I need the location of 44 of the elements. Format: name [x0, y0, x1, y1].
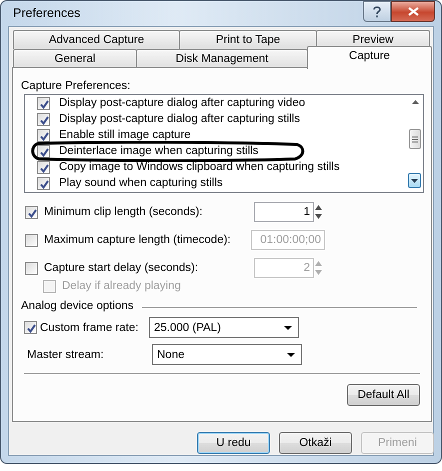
close-icon [408, 7, 418, 16]
option-label: Maximum capture length (timecode): [44, 234, 232, 246]
checkbox[interactable] [37, 176, 50, 190]
checkbox[interactable] [37, 160, 50, 174]
option-label: Display post-capture dialog after capturing video [59, 97, 306, 109]
group-label: Capture Preferences: [21, 80, 130, 92]
checkbox[interactable] [25, 206, 38, 218]
tab[interactable]: Advanced Capture [13, 30, 180, 49]
option-label: Copy image to Windows clipboard when capturing stills [59, 161, 340, 173]
window-title: Preferences [13, 6, 82, 20]
option-label: Play sound when capturing stills [59, 177, 223, 189]
checkbox[interactable] [37, 144, 50, 158]
option-label: Display post-capture dialog after capturing stills [59, 113, 300, 125]
close-button[interactable] [391, 1, 435, 22]
dropdown[interactable]: 25.000 (PAL) [149, 317, 299, 338]
dialog-button[interactable]: Otkaži [279, 432, 352, 454]
default-all-button[interactable]: Default All [347, 384, 420, 406]
option-label: Capture start delay (seconds): [44, 262, 200, 274]
tab[interactable]: Capture [307, 46, 432, 69]
caret-icon [411, 178, 418, 182]
checkbox[interactable] [37, 96, 50, 110]
option-label: Enable still image capture [59, 129, 191, 141]
help-icon [373, 6, 381, 18]
checkbox[interactable] [37, 128, 50, 142]
option-label: Delay if already playing [62, 280, 182, 292]
section-heading: Analog device options [21, 300, 134, 312]
dialog-button[interactable]: U redu [197, 432, 270, 454]
help-button[interactable] [363, 1, 391, 22]
option-label: Minimum clip length (seconds): [44, 206, 204, 218]
tab[interactable]: Print to Tape [179, 30, 317, 49]
dropdown[interactable]: None [152, 344, 302, 365]
number-field[interactable]: 1 [254, 202, 314, 222]
grip-icon [412, 136, 418, 142]
dropdown-arrow-icon[interactable] [284, 326, 292, 330]
option-label: Deinterlace image when capturing stills [59, 145, 258, 157]
spinner-arrows-icon[interactable] [315, 204, 322, 220]
checkbox[interactable] [24, 321, 37, 334]
scroll-thumb[interactable] [409, 129, 421, 149]
dropdown-arrow-icon[interactable] [287, 352, 295, 356]
option-label: Master stream: [27, 348, 104, 360]
option-label: Custom frame rate: [40, 322, 138, 334]
scroll-down-button[interactable] [408, 173, 421, 188]
checkbox[interactable] [37, 112, 50, 126]
scroll-up-icon[interactable] [412, 100, 419, 104]
